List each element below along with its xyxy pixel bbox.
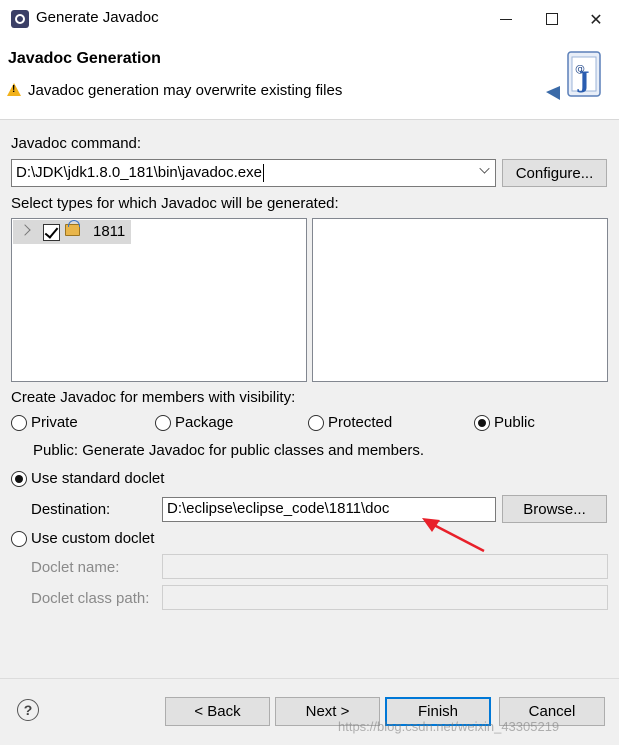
doclet-name-input bbox=[162, 554, 608, 579]
browse-button[interactable]: Browse... bbox=[502, 495, 607, 523]
types-label: Select types for which Javadoc will be g… bbox=[11, 195, 339, 212]
window-title: Generate Javadoc bbox=[36, 9, 159, 26]
java-project-icon bbox=[65, 220, 80, 236]
svg-text:J: J bbox=[577, 68, 589, 94]
protected-radio[interactable] bbox=[308, 415, 324, 431]
doclet-class-path-input bbox=[162, 585, 608, 610]
destination-label: Destination: bbox=[31, 501, 111, 518]
maximize-icon bbox=[546, 13, 558, 25]
destination-value: D:\eclipse\eclipse_code\1811\doc bbox=[167, 500, 390, 517]
package-radio-label[interactable]: Package bbox=[175, 414, 233, 431]
help-icon[interactable]: ? bbox=[17, 699, 39, 721]
custom-doclet-radio[interactable] bbox=[11, 531, 27, 547]
package-radio[interactable] bbox=[155, 415, 171, 431]
warning-message: Javadoc generation may overwrite existin… bbox=[28, 82, 343, 99]
types-member-list[interactable] bbox=[312, 218, 608, 382]
types-tree[interactable]: 1811 bbox=[11, 218, 307, 382]
tree-item-project[interactable]: 1811 bbox=[13, 220, 131, 244]
chevron-right-icon[interactable] bbox=[19, 224, 31, 236]
configure-button[interactable]: Configure... bbox=[502, 159, 607, 187]
doclet-class-path-label: Doclet class path: bbox=[31, 590, 150, 607]
public-radio[interactable] bbox=[474, 415, 490, 431]
minimize-button[interactable] bbox=[483, 0, 529, 38]
close-icon: ✕ bbox=[589, 9, 603, 29]
javadoc-command-combo[interactable]: D:\JDK\jdk1.8.0_181\bin\javadoc.exe bbox=[11, 159, 496, 187]
standard-doclet-label[interactable]: Use standard doclet bbox=[31, 470, 164, 487]
visibility-description: Public: Generate Javadoc for public clas… bbox=[33, 442, 425, 459]
project-checkbox[interactable] bbox=[43, 224, 60, 241]
protected-radio-label[interactable]: Protected bbox=[328, 414, 392, 431]
standard-doclet-radio[interactable] bbox=[11, 471, 27, 487]
wizard-header: Javadoc Generation ! Javadoc generation … bbox=[0, 38, 619, 120]
tree-item-label: 1811 bbox=[93, 223, 126, 240]
maximize-button[interactable] bbox=[529, 0, 575, 38]
public-radio-label[interactable]: Public bbox=[494, 414, 535, 431]
minimize-icon bbox=[500, 18, 512, 20]
javadoc-command-value: D:\JDK\jdk1.8.0_181\bin\javadoc.exe bbox=[16, 164, 264, 183]
doclet-name-label: Doclet name: bbox=[31, 559, 120, 576]
chevron-down-icon[interactable] bbox=[479, 163, 490, 174]
eclipse-app-icon bbox=[11, 10, 29, 28]
warning-icon: ! bbox=[7, 83, 21, 96]
page-title: Javadoc Generation bbox=[8, 50, 161, 67]
watermark: https://blog.csdn.net/weixin_43305219 bbox=[338, 719, 560, 734]
title-bar: Generate Javadoc ✕ bbox=[0, 0, 619, 38]
footer-divider bbox=[0, 678, 619, 679]
close-button[interactable]: ✕ bbox=[573, 0, 619, 38]
back-button[interactable]: < Back bbox=[165, 697, 270, 726]
annotation-arrow bbox=[422, 518, 485, 553]
javadoc-wizard-icon: @ J bbox=[546, 51, 601, 100]
visibility-label: Create Javadoc for members with visibili… bbox=[11, 389, 296, 406]
private-radio[interactable] bbox=[11, 415, 27, 431]
javadoc-command-label: Javadoc command: bbox=[11, 135, 142, 152]
custom-doclet-label[interactable]: Use custom doclet bbox=[31, 530, 154, 547]
private-radio-label[interactable]: Private bbox=[31, 414, 78, 431]
